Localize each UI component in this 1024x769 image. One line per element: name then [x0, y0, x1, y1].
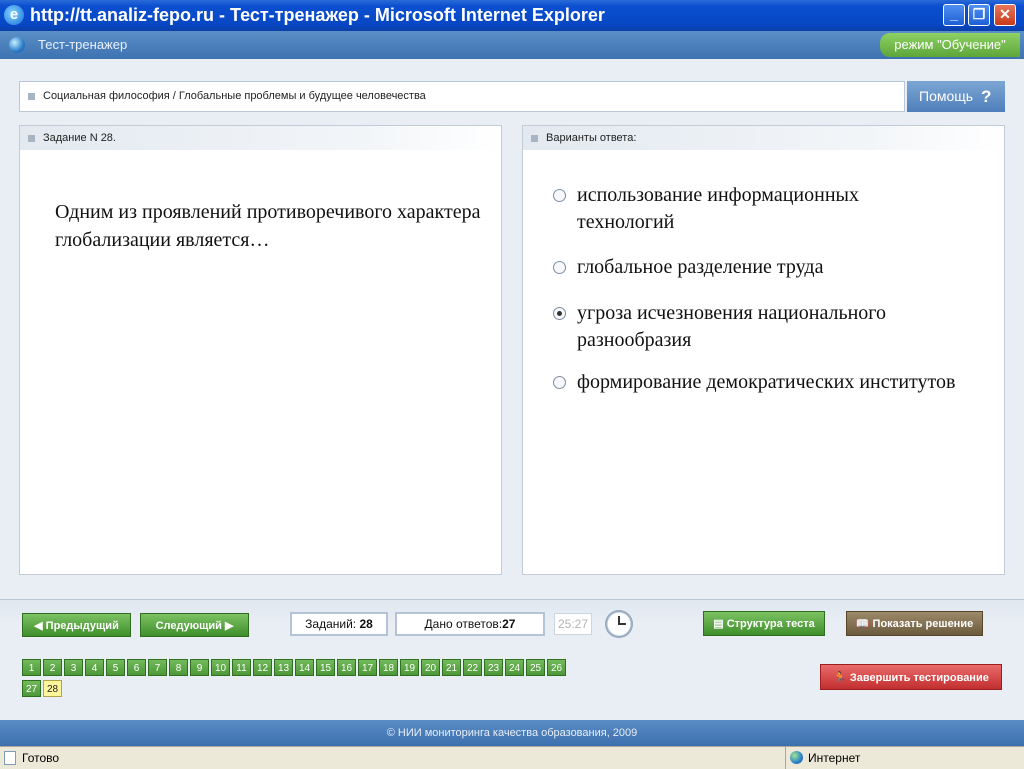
answers-header: Варианты ответа: [523, 126, 1004, 150]
question-number-3[interactable]: 3 [64, 659, 83, 676]
finish-test-button[interactable]: 🏃 Завершить тестирование [820, 664, 1002, 690]
answer-text: формирование демократических институтов [577, 371, 956, 393]
book-icon: 📖 [855, 618, 873, 630]
question-number-11[interactable]: 11 [232, 659, 251, 676]
question-number-16[interactable]: 16 [337, 659, 356, 676]
question-number-1[interactable]: 1 [22, 659, 41, 676]
page-icon [4, 751, 16, 765]
security-zone: Интернет [785, 747, 1024, 769]
question-number-18[interactable]: 18 [379, 659, 398, 676]
internet-zone-icon [790, 751, 803, 764]
globe-icon [9, 37, 25, 53]
copyright-footer: © НИИ мониторинга качества образования, … [0, 720, 1024, 746]
app-header: Тест-тренажер режим "Обучение" [0, 31, 1024, 59]
help-label: Помощь [919, 88, 974, 104]
prev-button[interactable]: ◀ Предыдущий [22, 613, 131, 637]
question-number-4[interactable]: 4 [85, 659, 104, 676]
help-button[interactable]: Помощь ? [907, 81, 1005, 112]
question-number-14[interactable]: 14 [295, 659, 314, 676]
answered-label: Дано ответов: [424, 617, 503, 631]
answered-count: 27 [502, 617, 516, 631]
next-button[interactable]: Следующий ▶ [140, 613, 249, 637]
question-number-21[interactable]: 21 [442, 659, 461, 676]
question-number-23[interactable]: 23 [484, 659, 503, 676]
timer: 25:27 [554, 613, 592, 635]
question-number-2[interactable]: 2 [43, 659, 62, 676]
finish-label: Завершить тестирование [849, 672, 989, 684]
tasks-count: 28 [359, 617, 373, 631]
question-number-5[interactable]: 5 [106, 659, 125, 676]
app-title: Тест-тренажер [38, 37, 128, 52]
square-bullet-icon [28, 134, 35, 142]
question-number-7[interactable]: 7 [148, 659, 167, 676]
solution-label: Показать решение [872, 618, 974, 630]
test-structure-button[interactable]: ▤ Структура теста [703, 611, 825, 636]
question-number-19[interactable]: 19 [400, 659, 419, 676]
answers-header-text: Варианты ответа: [546, 132, 637, 144]
question-number-17[interactable]: 17 [358, 659, 377, 676]
square-bullet-icon [28, 92, 35, 100]
navigation-controls: ◀ Предыдущий Следующий ▶ Заданий: 28 Дан… [0, 599, 1024, 721]
question-number-26[interactable]: 26 [547, 659, 566, 676]
minimize-button[interactable]: _ [943, 4, 965, 26]
question-number-28-current[interactable]: 28 [43, 680, 62, 697]
question-number-6[interactable]: 6 [127, 659, 146, 676]
question-number-10[interactable]: 10 [211, 659, 230, 676]
question-number-13[interactable]: 13 [274, 659, 293, 676]
show-solution-button[interactable]: 📖 Показать решение [846, 611, 983, 636]
tasks-counter: Заданий: 28 [290, 612, 388, 636]
radio-button[interactable] [553, 261, 566, 274]
radio-button[interactable] [553, 189, 566, 202]
task-header: Задание N 28. [20, 126, 501, 150]
maximize-button[interactable]: ❐ [968, 4, 990, 26]
question-number-22[interactable]: 22 [463, 659, 482, 676]
window-title: http://tt.analiz-fepo.ru - Тест-тренажер… [30, 5, 605, 25]
question-number-8[interactable]: 8 [169, 659, 188, 676]
mode-badge: режим "Обучение" [880, 33, 1020, 57]
square-bullet-icon [531, 134, 538, 142]
question-number-9[interactable]: 9 [190, 659, 209, 676]
clock-icon [605, 610, 633, 638]
tasks-label: Заданий: [305, 617, 357, 631]
ie-icon: e [4, 5, 24, 25]
task-header-text: Задание N 28. [43, 132, 116, 144]
answers-panel: Варианты ответа: использование информаци… [522, 125, 1005, 575]
question-number-27[interactable]: 27 [22, 680, 41, 697]
main-area: Социальная философия / Глобальные пробле… [0, 59, 1024, 599]
question-text: Одним из проявлений противоречивого хара… [55, 201, 481, 251]
prev-label: Предыдущий [45, 620, 119, 632]
close-button[interactable]: ✕ [994, 4, 1016, 26]
list-icon: ▤ [713, 618, 727, 630]
breadcrumb: Социальная философия / Глобальные пробле… [19, 81, 905, 112]
zone-text: Интернет [808, 751, 861, 765]
window-titlebar: e http://tt.analiz-fepo.ru - Тест-тренаж… [0, 0, 1024, 31]
question-number-25[interactable]: 25 [526, 659, 545, 676]
arrow-left-icon: ◀ [34, 620, 46, 632]
question-number-12[interactable]: 12 [253, 659, 272, 676]
question-mark-icon: ? [981, 87, 992, 106]
running-man-icon: 🏃 [833, 672, 850, 684]
answered-counter: Дано ответов:27 [395, 612, 545, 636]
question-number-20[interactable]: 20 [421, 659, 440, 676]
question-number-24[interactable]: 24 [505, 659, 524, 676]
answer-text: глобальное разделение труда [577, 256, 824, 278]
status-bar: Готово Интернет [0, 746, 1024, 769]
answer-text: угроза исчезновения национального разноо… [577, 302, 887, 351]
task-panel: Задание N 28. Одним из проявлений против… [19, 125, 502, 575]
radio-button[interactable] [553, 376, 566, 389]
breadcrumb-text: Социальная философия / Глобальные пробле… [43, 90, 426, 102]
status-text: Готово [22, 751, 60, 765]
structure-label: Структура теста [726, 618, 815, 630]
answer-text: использование информационных технологий [577, 184, 859, 233]
question-number-15[interactable]: 15 [316, 659, 335, 676]
radio-button-checked[interactable] [553, 307, 566, 320]
next-label: Следующий [155, 620, 222, 632]
arrow-right-icon: ▶ [221, 620, 234, 632]
